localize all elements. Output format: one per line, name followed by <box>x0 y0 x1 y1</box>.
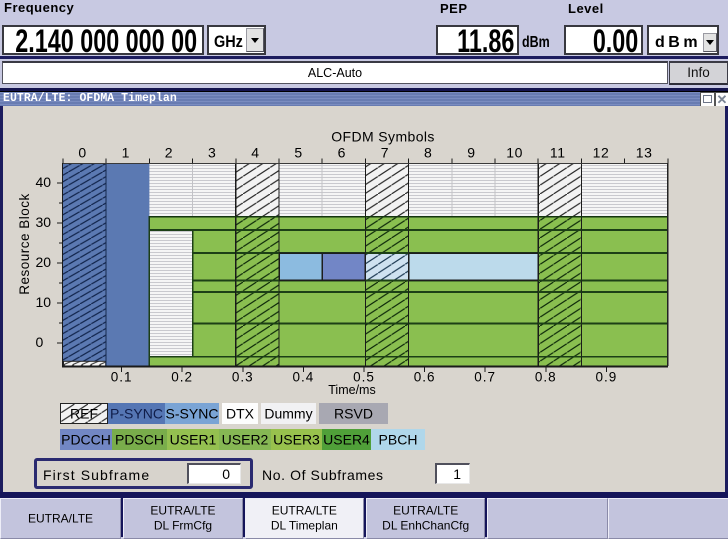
svg-text:0.9: 0.9 <box>596 370 618 385</box>
svg-text:30: 30 <box>36 214 52 230</box>
svg-text:Resource Block: Resource Block <box>17 193 32 295</box>
svg-text:0.1: 0.1 <box>111 370 133 385</box>
svg-text:3: 3 <box>208 145 216 161</box>
svg-text:0.7: 0.7 <box>474 370 496 385</box>
svg-text:6: 6 <box>338 145 346 161</box>
svg-text:0.3: 0.3 <box>232 370 254 385</box>
svg-text:20: 20 <box>36 254 52 270</box>
svg-text:12: 12 <box>593 145 610 161</box>
svg-text:5: 5 <box>294 145 302 161</box>
svg-text:7: 7 <box>381 145 389 161</box>
svg-text:13: 13 <box>636 145 653 161</box>
svg-text:11: 11 <box>550 145 566 161</box>
svg-text:4: 4 <box>251 145 259 161</box>
svg-text:0.8: 0.8 <box>535 370 557 385</box>
svg-text:8: 8 <box>424 145 432 161</box>
svg-text:10: 10 <box>36 294 52 310</box>
svg-text:Time/ms: Time/ms <box>328 383 375 397</box>
svg-text:9: 9 <box>467 145 475 161</box>
svg-text:2: 2 <box>165 145 173 161</box>
svg-text:0.6: 0.6 <box>414 370 436 385</box>
svg-text:0: 0 <box>36 334 44 350</box>
svg-text:OFDM Symbols: OFDM Symbols <box>331 129 435 145</box>
svg-text:10: 10 <box>506 145 523 161</box>
svg-text:1: 1 <box>122 145 130 161</box>
svg-text:0.2: 0.2 <box>171 370 193 385</box>
svg-text:0: 0 <box>78 145 86 161</box>
svg-text:40: 40 <box>36 174 52 190</box>
svg-text:0.4: 0.4 <box>293 370 315 385</box>
